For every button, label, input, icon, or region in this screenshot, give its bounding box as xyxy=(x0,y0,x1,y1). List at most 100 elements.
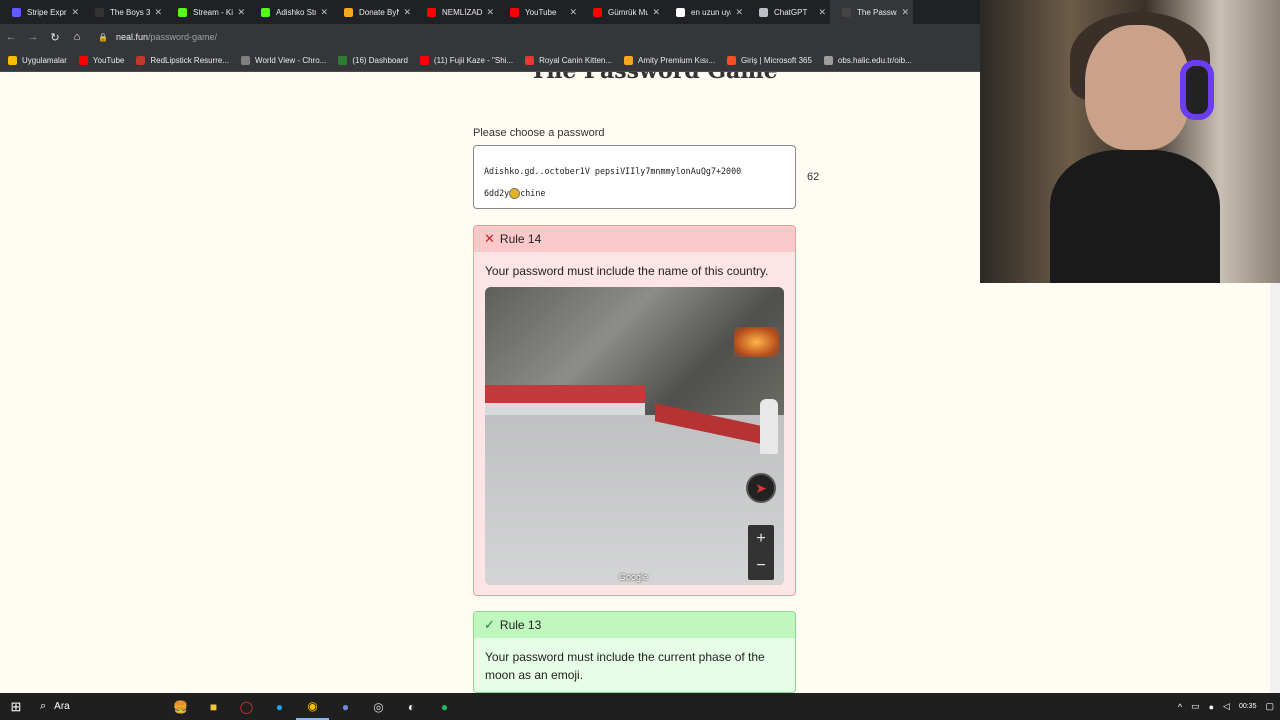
search-icon: ⌕ xyxy=(40,700,47,712)
url-field[interactable]: 🔒 neal.fun/password-game/ xyxy=(98,27,958,47)
tab-favicon-icon xyxy=(427,7,436,17)
discord-icon[interactable]: ● xyxy=(329,693,362,720)
tab-favicon-icon xyxy=(95,7,104,17)
bookmark-item[interactable]: Amity Premium Kısı... xyxy=(624,56,715,65)
browser-tab[interactable]: Adishko Strea...✕ xyxy=(249,0,332,24)
close-icon[interactable]: ✕ xyxy=(652,7,660,18)
street-view-image[interactable]: ➤ + − Google xyxy=(485,287,784,585)
tab-title: Gümrük Muh... xyxy=(608,7,649,17)
browser-tab[interactable]: Gümrük Muh...✕ xyxy=(581,0,664,24)
close-icon[interactable]: ✕ xyxy=(486,7,494,18)
bookmark-label: World View - Chro... xyxy=(255,56,327,65)
password-input[interactable]: Adishko.gd..october1V pepsiVIIly7mnmmylo… xyxy=(473,145,796,209)
search-label: Ara xyxy=(54,701,70,712)
bookmark-item[interactable]: (16) Dashboard xyxy=(338,56,408,65)
close-icon[interactable]: ✕ xyxy=(403,7,411,18)
spotify-icon[interactable]: ● xyxy=(428,693,461,720)
url-path: /password-game/ xyxy=(148,32,218,42)
close-icon[interactable]: ✕ xyxy=(71,7,79,18)
chevron-up-icon[interactable]: ^ xyxy=(1178,702,1182,712)
tab-favicon-icon xyxy=(12,7,21,17)
tab-title: en uzun uyan... xyxy=(691,7,731,17)
tab-favicon-icon xyxy=(178,7,187,17)
moon-emoji-icon xyxy=(509,188,521,199)
lock-icon: 🔒 xyxy=(98,32,108,42)
close-icon[interactable]: ✕ xyxy=(735,7,743,18)
tab-title: YouTube xyxy=(525,7,557,17)
rule-label: Rule 13 xyxy=(499,618,542,632)
browser-tab[interactable]: Stream - Kick✕ xyxy=(166,0,249,24)
mic-icon[interactable]: ● xyxy=(1209,702,1214,712)
tab-favicon-icon xyxy=(759,7,768,17)
notification-icon[interactable]: ▢ xyxy=(1265,701,1274,712)
browser-tab[interactable]: Stripe Express ✕ xyxy=(0,0,83,24)
volume-icon[interactable]: ◁ xyxy=(1223,701,1230,712)
folder-icon[interactable]: ■ xyxy=(197,693,230,720)
browser-tab[interactable]: The Passw... ✕ xyxy=(830,0,913,24)
password-text-part-a: 6dd2y xyxy=(484,188,510,198)
bookmark-item[interactable]: YouTube xyxy=(78,56,125,65)
compass-icon[interactable]: ➤ xyxy=(746,473,776,503)
food-widget-icon[interactable]: 🍔 xyxy=(164,693,197,720)
rule-card-14: ✕ Rule 14 Your password must include the… xyxy=(473,225,796,596)
bookmark-item[interactable]: Giriş | Microsoft 365 xyxy=(726,56,812,65)
bookmark-item[interactable]: Uygulamalar xyxy=(8,56,67,65)
clock[interactable]: 00:35 xyxy=(1239,702,1257,711)
streamer-body xyxy=(1050,150,1220,283)
back-icon[interactable]: ← xyxy=(0,31,22,43)
password-text-line-2: 6dd2y chine xyxy=(484,182,785,204)
bookmark-item[interactable]: Royal Canin Kitten... xyxy=(525,56,612,65)
bookmark-item[interactable]: World View - Chro... xyxy=(241,56,326,65)
browser-tab[interactable]: The Boys 3.Se...✕ xyxy=(83,0,166,24)
edge-icon[interactable]: ● xyxy=(263,693,296,720)
browser-tab[interactable]: Donate ByNo...✕ xyxy=(332,0,415,24)
opera-icon[interactable]: ◯ xyxy=(230,693,263,720)
close-icon[interactable]: ✕ xyxy=(154,7,162,18)
char-count: 62 xyxy=(807,171,820,183)
bookmark-item[interactable]: RedLipstick Resurre... xyxy=(136,56,229,65)
bookmark-label: YouTube xyxy=(92,56,125,65)
network-icon[interactable]: ▭ xyxy=(1191,701,1200,712)
tab-title: Adishko Strea... xyxy=(276,7,317,17)
camera-app-icon[interactable]: ◐ xyxy=(395,693,428,720)
rule-label: Rule 14 xyxy=(499,232,542,246)
bookmark-item[interactable]: obs.halic.edu.tr/oib... xyxy=(823,56,912,65)
tab-title: ChatGPT xyxy=(774,7,808,17)
home-icon[interactable]: ⌂ xyxy=(66,31,88,43)
bookmark-label: obs.halic.edu.tr/oib... xyxy=(837,56,912,65)
zoom-out-button[interactable]: − xyxy=(748,552,774,579)
bookmark-label: Amity Premium Kısı... xyxy=(638,56,715,65)
close-icon[interactable]: ✕ xyxy=(901,7,909,18)
bookmark-favicon-icon xyxy=(624,56,634,65)
bookmark-favicon-icon xyxy=(419,56,429,65)
tab-title: Stream - Kick xyxy=(193,7,234,17)
close-icon[interactable]: ✕ xyxy=(237,7,245,18)
bookmarks-bar: Uygulamalar YouTube RedLipstick Resurre...… xyxy=(0,50,980,72)
browser-tab[interactable]: en uzun uyan... ✕ xyxy=(664,0,747,24)
address-bar: ← → ↻ ⌂ 🔒 neal.fun/password-game/ xyxy=(0,24,980,50)
rule-text: Your password must include the name of t… xyxy=(485,264,769,278)
lit-area xyxy=(734,327,779,357)
webcam-overlay xyxy=(980,0,1280,283)
windows-start-icon[interactable]: ⊞ xyxy=(0,699,32,715)
close-icon[interactable]: ✕ xyxy=(569,7,577,18)
reload-icon[interactable]: ↻ xyxy=(44,31,66,44)
tab-title: The Passw... xyxy=(857,7,897,17)
obs-icon[interactable]: ◎ xyxy=(362,693,395,720)
close-icon[interactable]: ✕ xyxy=(818,7,826,18)
close-icon[interactable]: ✕ xyxy=(320,7,328,18)
bookmark-item[interactable]: (11) Fujii Kaze - "Shi... xyxy=(419,56,513,65)
forward-icon[interactable]: → xyxy=(22,31,44,43)
browser-tab[interactable]: ChatGPT ✕ xyxy=(747,0,830,24)
browser-tab[interactable]: NEMLİZADE ...✕ xyxy=(415,0,498,24)
password-text-line-1: Adishko.gd..october1V pepsiVIIly7mnmmylo… xyxy=(484,166,742,176)
chrome-icon[interactable]: ◉ xyxy=(296,693,329,720)
taskbar-search[interactable]: ⌕ Ara xyxy=(32,700,164,713)
browser-tab[interactable]: YouTube ✕ xyxy=(498,0,581,24)
zoom-in-button[interactable]: + xyxy=(748,525,774,552)
bookmark-favicon-icon xyxy=(78,56,88,65)
rule-text: Your password must include the current p… xyxy=(485,650,765,682)
bookmark-label: Giriş | Microsoft 365 xyxy=(740,56,812,65)
tab-title: NEMLİZADE ... xyxy=(442,7,483,17)
system-tray: ^ ▭ ● ◁ 00:35 ▢ xyxy=(1178,693,1274,720)
